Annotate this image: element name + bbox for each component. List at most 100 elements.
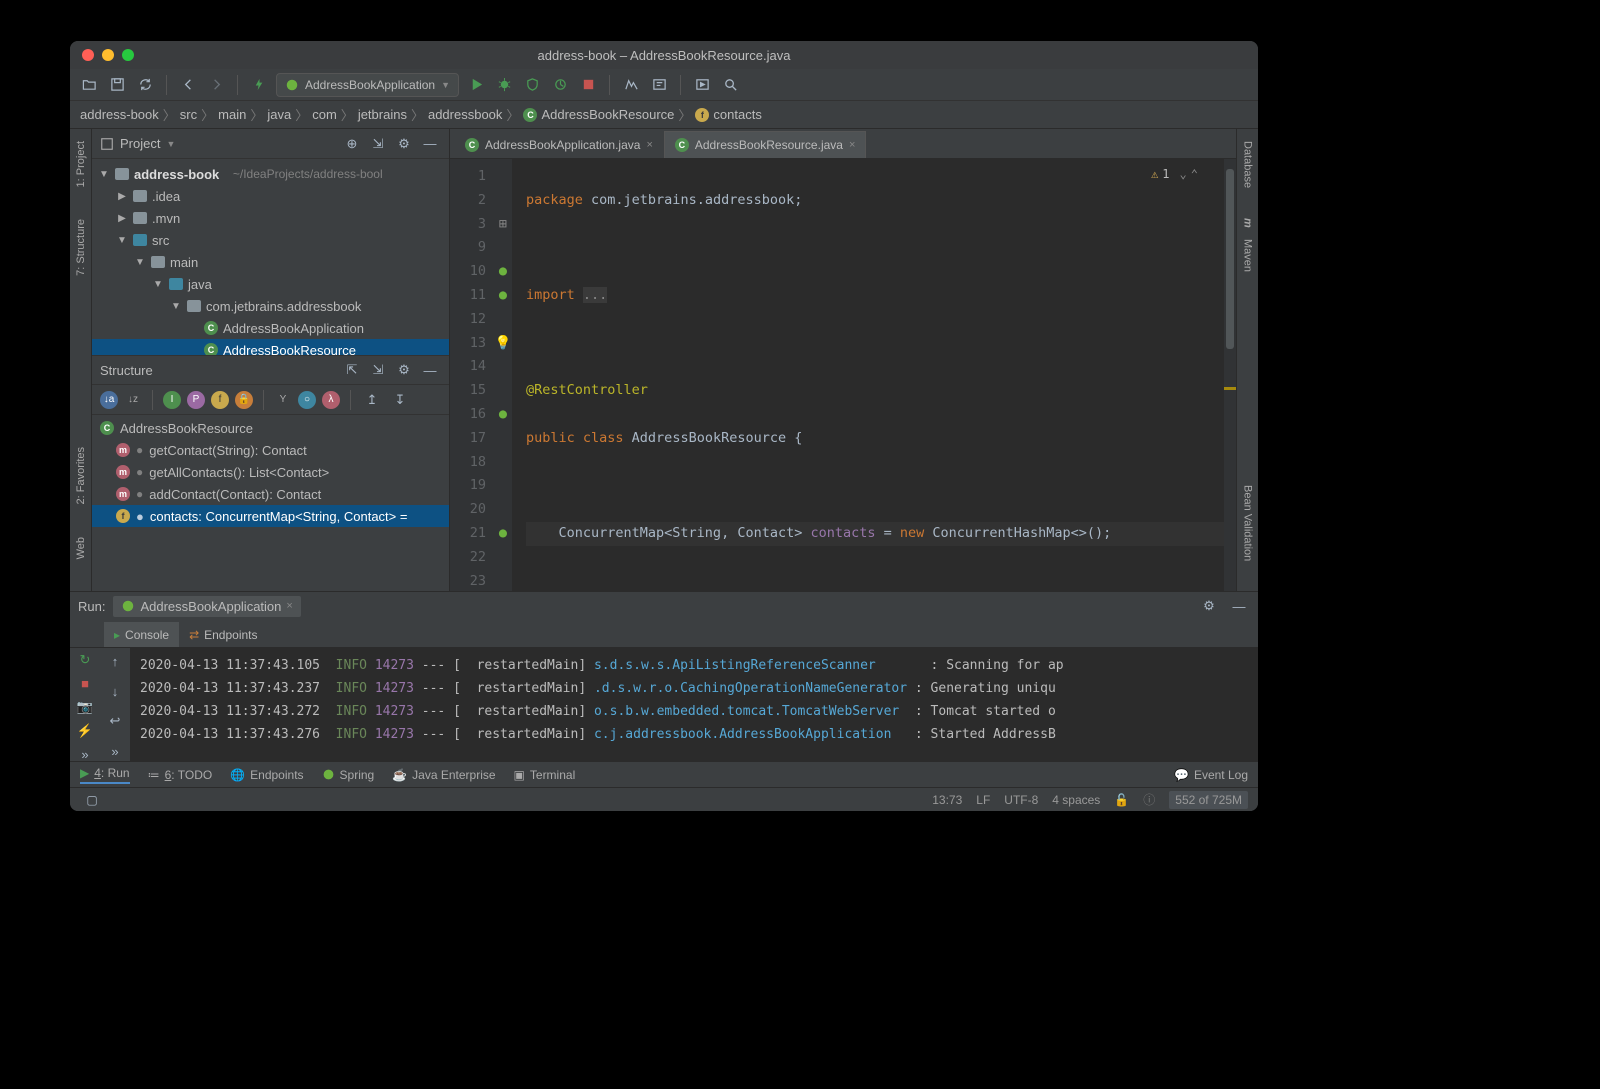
structure-item[interactable]: m●getAllContacts(): List<Contact>	[92, 461, 449, 483]
scroll-down-icon[interactable]: ↓	[104, 682, 126, 702]
bottom-tab-spring[interactable]: Spring	[322, 768, 375, 782]
maximize-icon[interactable]	[122, 49, 134, 61]
open-icon[interactable]	[78, 74, 100, 96]
lock-icon[interactable]: 🔓	[1114, 793, 1129, 807]
bottom-tab-run[interactable]: ▶4: Run	[80, 766, 130, 784]
tree-node[interactable]: ▶.mvn	[92, 207, 449, 229]
spring-gutter-icon[interactable]: ●	[499, 522, 507, 546]
actuator-icon[interactable]: ⚡	[74, 723, 96, 739]
close-icon[interactable]: ×	[849, 139, 855, 151]
locate-icon[interactable]: ⊕	[341, 133, 363, 155]
tree-node[interactable]: ▼main	[92, 251, 449, 273]
line-separator[interactable]: LF	[976, 793, 990, 807]
wrap-icon[interactable]: ↩	[104, 712, 126, 732]
play-in-icon[interactable]	[691, 74, 713, 96]
editor-scrollbar[interactable]	[1224, 159, 1236, 591]
show-lambdas-icon[interactable]: λ	[322, 391, 340, 409]
structure-item[interactable]: m●addContact(Contact): Contact	[92, 483, 449, 505]
memory-indicator[interactable]: 552 of 725M	[1169, 791, 1248, 809]
show-anonymous-icon[interactable]: ○	[298, 391, 316, 409]
camera-icon[interactable]: 📷	[74, 699, 96, 715]
show-inherited-icon[interactable]: Y	[274, 391, 292, 409]
update-icon[interactable]	[620, 74, 642, 96]
tree-node[interactable]: ▼src	[92, 229, 449, 251]
gear-icon[interactable]: ⚙	[1198, 595, 1220, 617]
bottom-tab-endpoints[interactable]: 🌐 Endpoints	[230, 768, 303, 782]
bottom-tab-javaee[interactable]: ☕ Java Enterprise	[392, 768, 495, 782]
tab-bean-validation[interactable]: Bean Validation	[1240, 479, 1256, 567]
more-icon[interactable]: »	[74, 747, 96, 762]
coverage-icon[interactable]	[521, 74, 543, 96]
tree-node[interactable]: CAddressBookApplication	[92, 317, 449, 339]
show-properties-icon[interactable]: P	[187, 391, 205, 409]
breadcrumb-item[interactable]: java	[267, 107, 291, 122]
stop-icon[interactable]	[577, 74, 599, 96]
warning-mark[interactable]	[1224, 387, 1236, 390]
project-panel-title[interactable]: Project	[120, 136, 160, 151]
back-icon[interactable]	[177, 74, 199, 96]
tree-node[interactable]: ▶.idea	[92, 185, 449, 207]
close-icon[interactable]: ×	[646, 139, 652, 151]
code-editor[interactable]: 1 2 3 9 10 11 12 13 14 15 16 17 18 19 20…	[450, 159, 1236, 591]
forward-icon[interactable]	[205, 74, 227, 96]
run-icon[interactable]	[465, 74, 487, 96]
minimize-icon[interactable]	[102, 49, 114, 61]
chevron-up-icon[interactable]: ⌃	[1191, 167, 1198, 181]
tree-root[interactable]: ▼address-book ~/IdeaProjects/address-boo…	[92, 163, 449, 185]
run-config-tab[interactable]: AddressBookApplication ×	[113, 596, 300, 617]
inspection-widget[interactable]: ⚠ 1 ⌄ ⌃	[1151, 167, 1198, 181]
debug-icon[interactable]	[493, 74, 515, 96]
intention-bulb-icon[interactable]: 💡	[495, 332, 512, 356]
close-icon[interactable]: ×	[286, 600, 292, 612]
sort-alpha-icon[interactable]: ↓a	[100, 391, 118, 409]
show-fields-icon[interactable]: f	[211, 391, 229, 409]
line-gutter[interactable]: 1 2 3 9 10 11 12 13 14 15 16 17 18 19 20…	[450, 159, 494, 591]
hide-icon[interactable]: —	[419, 133, 441, 155]
sort-visibility-icon[interactable]: ↓z	[124, 391, 142, 409]
autoscroll-from-icon[interactable]: ↧	[389, 389, 411, 411]
structure-item-selected[interactable]: f●contacts: ConcurrentMap<String, Contac…	[92, 505, 449, 527]
structure-item[interactable]: m●getContact(String): Contact	[92, 439, 449, 461]
build-icon[interactable]	[248, 74, 270, 96]
run-config-selector[interactable]: AddressBookApplication ▼	[276, 73, 459, 97]
expand-icon[interactable]: ⇱	[341, 359, 363, 381]
tab-project[interactable]: 1: Project	[73, 135, 89, 193]
search-icon[interactable]	[719, 74, 741, 96]
chevron-down-icon[interactable]: ⌄	[1180, 167, 1187, 181]
autoscroll-source-icon[interactable]: ↥	[361, 389, 383, 411]
tab-database[interactable]: Database	[1240, 135, 1256, 194]
show-interfaces-icon[interactable]: I	[163, 391, 181, 409]
breadcrumb-item[interactable]: main	[218, 107, 246, 122]
structure-item[interactable]: CAddressBookResource	[92, 417, 449, 439]
spring-gutter-icon[interactable]: ●	[499, 260, 507, 284]
breadcrumb-class[interactable]: CAddressBookResource	[523, 107, 674, 122]
code-content[interactable]: package com.jetbrains.addressbook; impor…	[512, 159, 1224, 591]
bottom-tab-eventlog[interactable]: 💬 Event Log	[1174, 768, 1248, 782]
gear-icon[interactable]: ⚙	[393, 359, 415, 381]
tab-favorites[interactable]: 2: Favorites	[73, 441, 89, 510]
more-icon[interactable]: »	[104, 741, 126, 761]
console-output[interactable]: 2020-04-13 11:37:43.105 INFO 14273 --- […	[130, 648, 1258, 761]
editor-tab-active[interactable]: CAddressBookResource.java×	[664, 131, 867, 158]
stop-icon[interactable]: ■	[74, 676, 96, 691]
sync-icon[interactable]	[134, 74, 156, 96]
spring-gutter-icon[interactable]: ●	[499, 403, 507, 427]
bottom-tab-terminal[interactable]: ▣ Terminal	[514, 768, 576, 782]
scroll-thumb[interactable]	[1226, 169, 1234, 349]
profile-icon[interactable]	[549, 74, 571, 96]
indent[interactable]: 4 spaces	[1052, 793, 1100, 807]
hide-icon[interactable]: —	[1228, 595, 1250, 617]
collapse-icon[interactable]: ⇲	[367, 133, 389, 155]
tree-node[interactable]: ▼com.jetbrains.addressbook	[92, 295, 449, 317]
collapse-icon[interactable]: ⇲	[367, 359, 389, 381]
tool-window-icon[interactable]: ▢	[80, 789, 102, 811]
breadcrumb-item[interactable]: com	[312, 107, 337, 122]
save-icon[interactable]	[106, 74, 128, 96]
breadcrumb-item[interactable]: address-book	[80, 107, 159, 122]
project-tree[interactable]: ▼address-book ~/IdeaProjects/address-boo…	[92, 159, 449, 355]
tab-endpoints[interactable]: ⇄Endpoints	[179, 622, 267, 647]
chevron-down-icon[interactable]: ▼	[166, 139, 175, 149]
tree-node[interactable]: ▼java	[92, 273, 449, 295]
structure-list[interactable]: CAddressBookResource m●getContact(String…	[92, 415, 449, 529]
breadcrumb-item[interactable]: addressbook	[428, 107, 502, 122]
